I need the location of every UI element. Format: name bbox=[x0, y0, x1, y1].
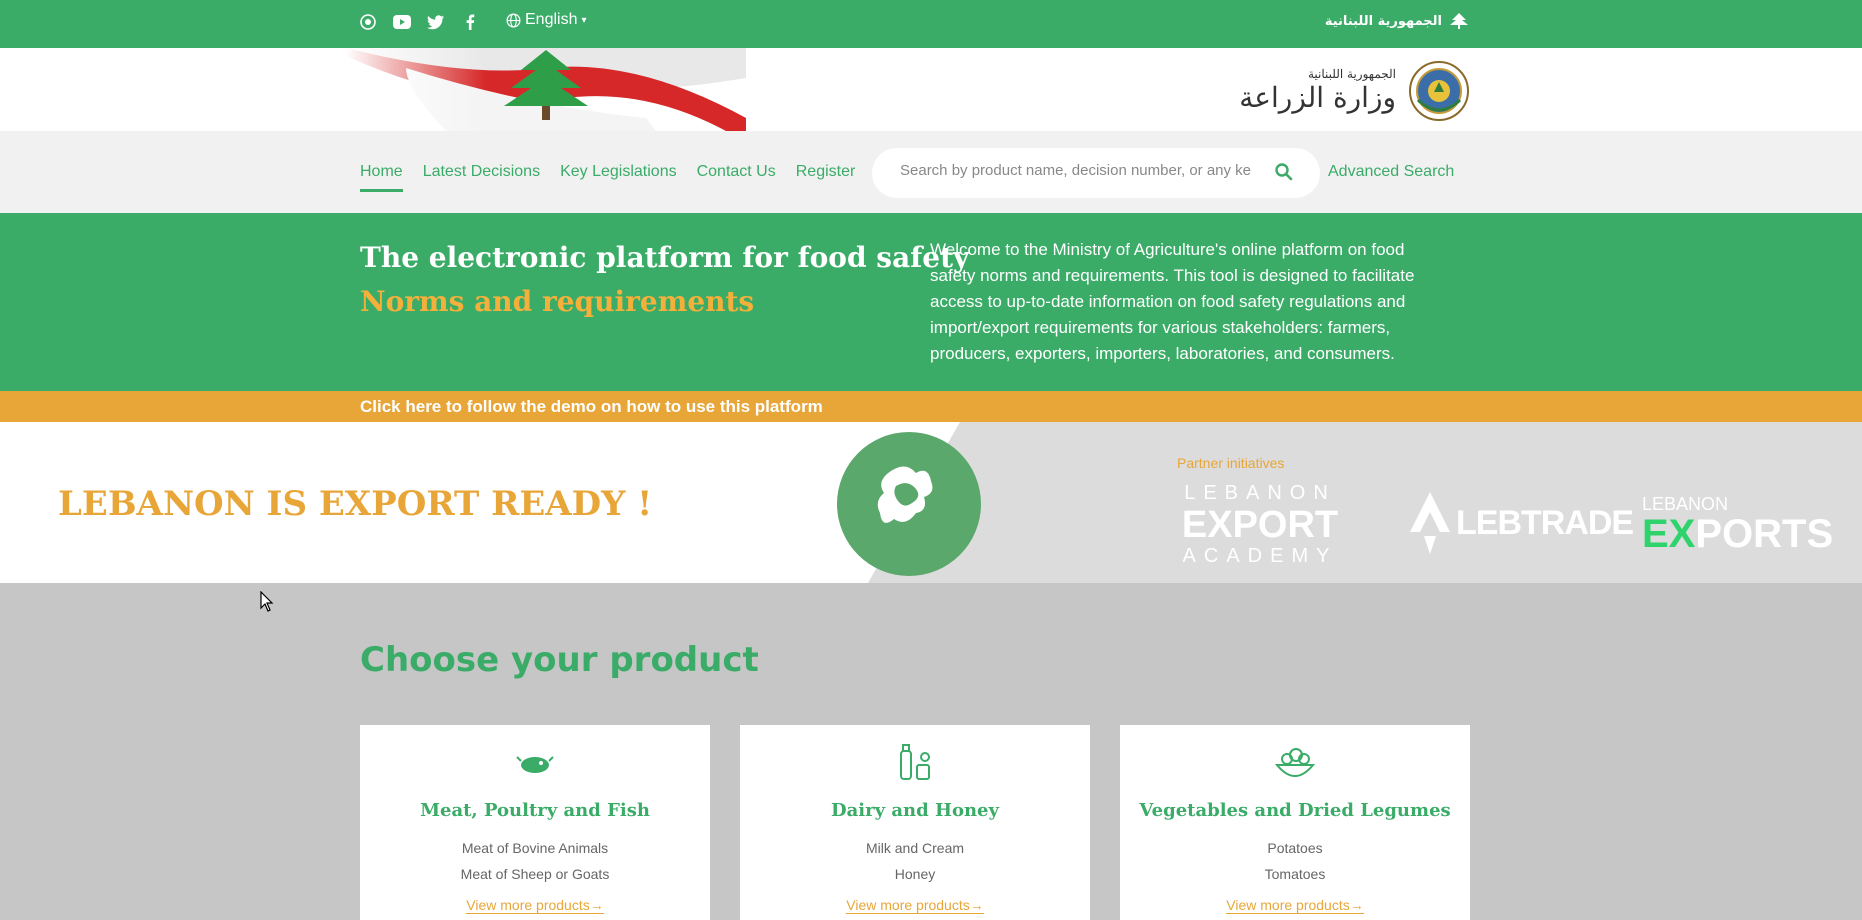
view-more-link[interactable]: View more products→ bbox=[1226, 897, 1364, 914]
ministry-name-block: الجمهورية اللبنانية وزارة الزراعة bbox=[1239, 67, 1396, 115]
nav-register[interactable]: Register bbox=[796, 163, 856, 192]
product-card-meat[interactable]: Meat, Poultry and Fish Meat of Bovine An… bbox=[360, 725, 710, 920]
mouse-cursor-icon bbox=[260, 591, 274, 612]
ministry-seal-icon bbox=[1409, 61, 1469, 121]
lebexports-line2: EXPORTS bbox=[1642, 512, 1834, 556]
main-navigation: Home Latest Decisions Key Legislations C… bbox=[0, 131, 1862, 213]
republic-label: الجمهورية اللبنانية bbox=[1325, 12, 1470, 30]
youtube-icon[interactable] bbox=[392, 12, 412, 32]
card-item[interactable]: Tomatoes bbox=[1120, 866, 1470, 882]
product-card-dairy[interactable]: Dairy and Honey Milk and Cream Honey Vie… bbox=[740, 725, 1090, 920]
lea-line3: ACADEMY bbox=[1182, 545, 1338, 567]
card-title: Meat, Poultry and Fish bbox=[420, 800, 650, 821]
hero-banner: The electronic platform for food safety … bbox=[0, 213, 1862, 391]
lebexports-ex: EX bbox=[1642, 512, 1696, 556]
card-title: Dairy and Honey bbox=[831, 800, 999, 821]
card-item[interactable]: Potatoes bbox=[1120, 840, 1470, 856]
lea-line2: EXPORT bbox=[1181, 504, 1339, 546]
card-title: Vegetables and Dried Legumes bbox=[1139, 800, 1451, 821]
language-label: English bbox=[525, 11, 578, 28]
twitter-icon[interactable] bbox=[426, 12, 446, 32]
advanced-search-link[interactable]: Advanced Search bbox=[1328, 163, 1454, 181]
vegetables-icon bbox=[1275, 748, 1315, 777]
nav-latest-decisions[interactable]: Latest Decisions bbox=[423, 163, 540, 192]
demo-bar: Click here to follow the demo on how to … bbox=[0, 391, 1862, 422]
card-item[interactable]: Honey bbox=[740, 866, 1090, 882]
choose-product-heading: Choose your product bbox=[360, 640, 759, 680]
nav-links: Home Latest Decisions Key Legislations C… bbox=[360, 163, 855, 192]
chevron-down-icon: ▾ bbox=[581, 14, 587, 26]
search-input[interactable] bbox=[900, 162, 1260, 179]
partner-initiatives-label: Partner initiatives bbox=[1177, 455, 1285, 471]
card-item[interactable]: Meat of Sheep or Goats bbox=[360, 866, 710, 882]
nav-contact-us[interactable]: Contact Us bbox=[697, 163, 776, 192]
site-header: الجمهورية اللبنانية وزارة الزراعة bbox=[0, 48, 1862, 131]
lebanon-exports-logo[interactable]: LEBANON EXPORTS bbox=[1642, 494, 1834, 556]
nav-home[interactable]: Home bbox=[360, 163, 403, 192]
lea-line1: LEBANON bbox=[1184, 482, 1336, 504]
nav-key-legislations[interactable]: Key Legislations bbox=[560, 163, 677, 192]
language-selector[interactable]: English ▾ bbox=[506, 11, 587, 29]
lebtrade-mark-icon bbox=[1410, 492, 1450, 554]
card-item[interactable]: Meat of Bovine Animals bbox=[360, 840, 710, 856]
export-ready-headline: LEBANON IS EXPORT READY ! bbox=[58, 484, 653, 524]
lebanese-flag-banner bbox=[346, 48, 746, 131]
card-item[interactable]: Milk and Cream bbox=[740, 840, 1090, 856]
ministry-logo-icon[interactable] bbox=[358, 12, 378, 32]
lebexports-rest: PORTS bbox=[1695, 512, 1834, 556]
meat-fish-icon bbox=[516, 756, 554, 773]
ministry-name: وزارة الزراعة bbox=[1239, 81, 1396, 114]
globe-icon bbox=[837, 432, 981, 576]
globe-icon bbox=[506, 13, 521, 27]
hero-title: The electronic platform for food safety bbox=[360, 241, 970, 274]
lebanon-export-academy-logo[interactable]: LEBANON EXPORT ACADEMY bbox=[1180, 482, 1340, 568]
social-links bbox=[358, 12, 480, 32]
search-icon[interactable] bbox=[1274, 162, 1294, 182]
lebtrade-text: LEBTRADE bbox=[1456, 503, 1634, 542]
search-box bbox=[872, 148, 1320, 198]
hero-description: Welcome to the Ministry of Agriculture's… bbox=[930, 240, 1415, 363]
top-bar: English ▾ الجمهورية اللبنانية bbox=[0, 0, 1862, 48]
product-card-vegetables[interactable]: Vegetables and Dried Legumes Potatoes To… bbox=[1120, 725, 1470, 920]
lebtrade-logo[interactable]: LEBTRADE bbox=[1410, 492, 1634, 554]
facebook-icon[interactable] bbox=[460, 12, 480, 32]
republic-text: الجمهورية اللبنانية bbox=[1324, 13, 1442, 29]
view-more-link[interactable]: View more products→ bbox=[846, 897, 984, 914]
hero-subtitle: Norms and requirements bbox=[360, 285, 755, 318]
export-ready-band[interactable]: LEBANON IS EXPORT READY ! Partner initia… bbox=[0, 422, 1862, 583]
dairy-honey-icon bbox=[900, 744, 930, 780]
ministry-brand[interactable]: الجمهورية اللبنانية وزارة الزراعة bbox=[1239, 60, 1470, 122]
cedar-icon bbox=[1450, 13, 1468, 29]
view-more-link[interactable]: View more products→ bbox=[466, 897, 604, 914]
demo-link[interactable]: Click here to follow the demo on how to … bbox=[360, 397, 823, 417]
ministry-republic-text: الجمهورية اللبنانية bbox=[1307, 67, 1396, 81]
